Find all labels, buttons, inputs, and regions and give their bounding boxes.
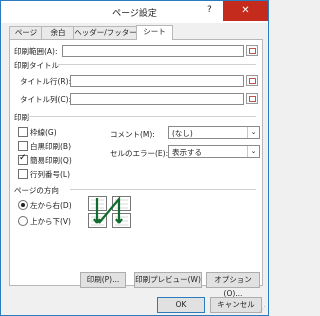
title-columns-label: タイトル列(C): bbox=[20, 95, 72, 104]
draft-quality-label: 簡易印刷(Q) bbox=[30, 156, 72, 165]
sheet-tab-panel: 印刷範囲(A): 印刷タイトル タイトル行(R): タイトル列(C): 印刷 枠… bbox=[9, 39, 263, 298]
print-preview-button[interactable]: 印刷プレビュー(W) bbox=[134, 272, 202, 288]
chevron-down-icon: ⌄ bbox=[247, 146, 259, 157]
tab-header-footer[interactable]: ヘッダー/フッター bbox=[73, 26, 138, 39]
black-and-white-label: 白黒印刷(B) bbox=[30, 142, 71, 151]
resize-grip-icon[interactable]: ⋰ bbox=[259, 305, 266, 313]
divider bbox=[70, 189, 256, 190]
over-then-down-radio[interactable] bbox=[18, 216, 28, 226]
title-rows-label: タイトル行(R): bbox=[20, 77, 72, 86]
page-order-heading: ページの方向 bbox=[14, 186, 59, 195]
tab-page[interactable]: ページ bbox=[9, 26, 43, 39]
comments-label: コメント(M): bbox=[110, 130, 155, 139]
print-area-input[interactable] bbox=[62, 45, 244, 57]
tab-margins[interactable]: 余白 bbox=[41, 26, 75, 39]
title-columns-input[interactable] bbox=[70, 93, 244, 105]
cell-errors-value: 表示する bbox=[172, 148, 202, 157]
row-column-headings-checkbox[interactable] bbox=[18, 169, 28, 179]
tab-sheet[interactable]: シート bbox=[136, 25, 173, 40]
gridlines-label: 枠線(G) bbox=[30, 128, 57, 137]
help-button[interactable]: ? bbox=[207, 5, 217, 17]
options-button[interactable]: オプション(O)... bbox=[206, 272, 260, 298]
cell-errors-select[interactable]: 表示する ⌄ bbox=[168, 145, 260, 158]
page-setup-dialog: ページ設定 ? ✕ ページ 余白 ヘッダー/フッター シート 印刷範囲(A): … bbox=[0, 0, 269, 316]
divider bbox=[28, 116, 256, 117]
print-titles-heading: 印刷タイトル bbox=[14, 61, 59, 70]
ok-button[interactable]: OK bbox=[157, 297, 205, 313]
print-button[interactable]: 印刷(P)... bbox=[80, 272, 126, 288]
range-selector-icon[interactable] bbox=[246, 93, 258, 104]
down-then-over-label: 左から右(D) bbox=[30, 201, 72, 210]
cell-errors-label: セルのエラー(E): bbox=[110, 149, 169, 158]
chevron-down-icon: ⌄ bbox=[247, 127, 259, 138]
over-then-down-label: 上から下(V) bbox=[30, 217, 71, 226]
cancel-button[interactable]: キャンセル bbox=[210, 297, 262, 313]
row-column-headings-label: 行列番号(L) bbox=[30, 170, 71, 179]
title-bar: ページ設定 ? ✕ bbox=[1, 1, 268, 23]
print-area-label: 印刷範囲(A): bbox=[14, 47, 58, 56]
down-then-over-radio[interactable] bbox=[18, 200, 28, 210]
range-selector-icon[interactable] bbox=[246, 45, 258, 56]
divider bbox=[58, 64, 256, 65]
comments-select[interactable]: (なし) ⌄ bbox=[168, 126, 260, 139]
page-order-icon bbox=[88, 196, 131, 228]
title-rows-input[interactable] bbox=[70, 75, 244, 87]
draft-quality-checkbox[interactable]: ✓ bbox=[18, 153, 28, 165]
black-and-white-checkbox[interactable] bbox=[18, 141, 28, 151]
range-selector-icon[interactable] bbox=[246, 75, 258, 86]
close-button[interactable]: ✕ bbox=[223, 1, 268, 21]
checkmark-icon: ✓ bbox=[19, 153, 27, 163]
comments-value: (なし) bbox=[172, 129, 193, 138]
gridlines-checkbox[interactable] bbox=[18, 127, 28, 137]
print-heading: 印刷 bbox=[14, 113, 29, 122]
